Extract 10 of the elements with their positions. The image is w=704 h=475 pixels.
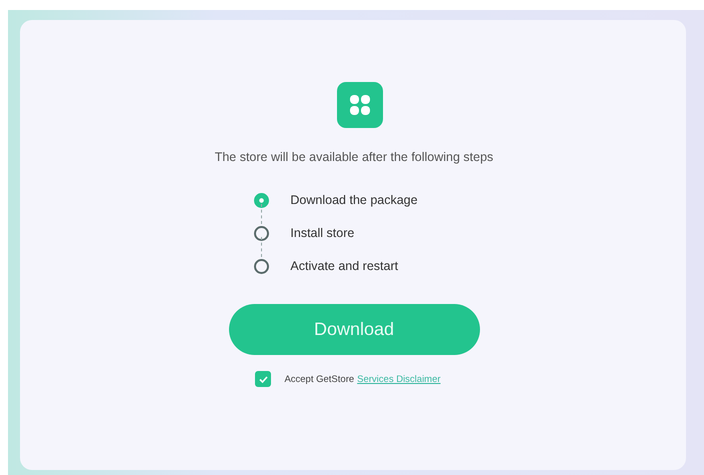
disclaimer-link[interactable]: Services Disclaimer — [357, 374, 441, 384]
consent-text: Accept GetStore — [284, 374, 354, 384]
app-grid-icon — [337, 82, 383, 128]
step-label: Activate and restart — [290, 258, 398, 274]
download-button[interactable]: Download — [228, 304, 480, 355]
checkbox[interactable] — [255, 371, 272, 387]
check-icon — [258, 374, 269, 384]
step-label: Download the package — [290, 192, 418, 208]
step-label: Install store — [290, 225, 354, 241]
instruction-text: The store will be available after the following steps — [214, 150, 494, 164]
